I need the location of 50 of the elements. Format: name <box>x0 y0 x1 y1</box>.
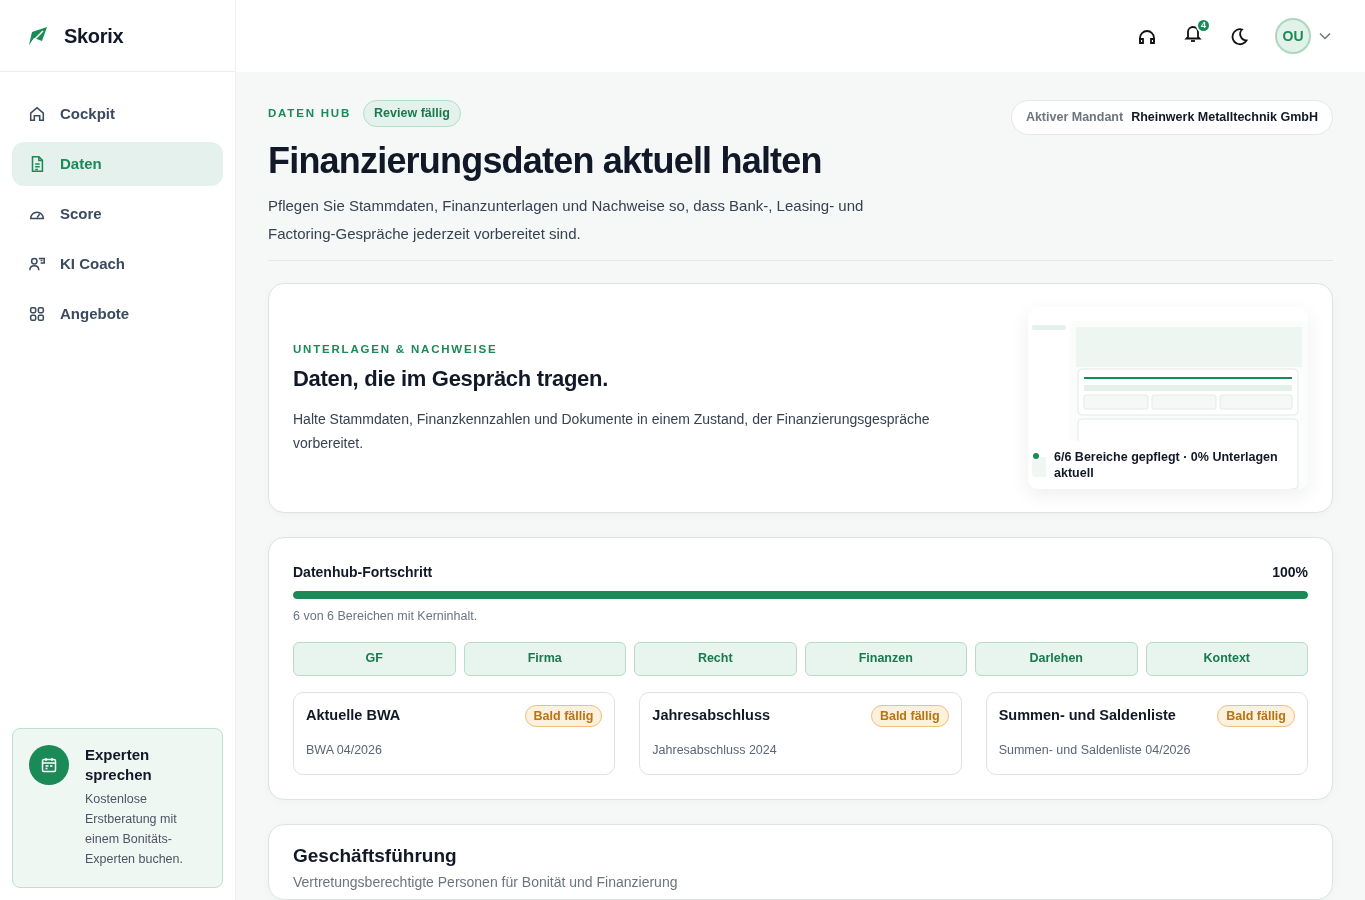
promo-text: Kostenlose Erstberatung mit einem Bonitäts-Experten buchen. <box>85 791 184 868</box>
document-detail: BWA 04/2026 <box>306 742 383 760</box>
progress-note: 6 von 6 Bereichen mit Kerninhalt. <box>293 607 479 625</box>
document-title: Summen- und Saldenliste <box>998 706 1176 726</box>
status-badge: Bald fällig <box>524 704 603 728</box>
section-tab[interactable]: Kontext <box>1145 641 1308 676</box>
user-avatar[interactable]: OU <box>1275 18 1311 54</box>
sidebar-item[interactable]: Angebote <box>12 292 223 336</box>
home-icon <box>28 105 46 123</box>
brand-name: Skorix <box>64 23 124 49</box>
notification-badge: 4 <box>1196 18 1211 33</box>
coach-icon <box>28 255 46 273</box>
moon-icon[interactable] <box>1229 25 1249 47</box>
page-description: Pflegen Sie Stammdaten, Finanzunterlagen und Nachweise so, dass Bank-, Leasing- und Factoring-Gespräche jederzeit vorbereitet sind. <box>268 195 865 244</box>
logo-icon <box>28 25 48 46</box>
section-subtitle: Vertretungsberechtigte Personen für Bonität und Finanzierung <box>293 873 679 892</box>
section-tab[interactable]: GF <box>293 641 456 676</box>
client-name: Rheinwerk Metalltechnik GmbH <box>1131 109 1318 126</box>
client-label: Aktiver Mandant <box>1025 109 1124 126</box>
sidebar-item[interactable]: KI Coach <box>12 242 223 286</box>
status-badge: Bald fällig <box>870 704 949 728</box>
section-title: Geschäftsführung <box>293 845 458 868</box>
document-detail: Summen- und Saldenliste 04/2026 <box>998 742 1192 760</box>
status-pill: Review fällig <box>363 100 461 127</box>
status-badge: Bald fällig <box>1217 704 1295 728</box>
sidebar-item[interactable]: Cockpit <box>12 92 223 136</box>
sidebar-item[interactable]: Score <box>12 192 223 236</box>
hero-title: Daten, die im Gespräch tragen. <box>293 366 609 393</box>
grid-icon <box>28 305 46 323</box>
section-tab[interactable]: Finanzen <box>804 641 967 676</box>
section-tab[interactable]: Recht <box>634 641 797 676</box>
section-eyebrow: DATEN HUB <box>268 105 352 121</box>
document-card[interactable]: Aktuelle BWA Bald fällig BWA 04/2026 <box>293 691 616 776</box>
hero-eyebrow: UNTERLAGEN & NACHWEISE <box>293 342 499 358</box>
promo-title: Experten sprechen <box>85 745 153 785</box>
progress-percent: 100% <box>1272 562 1308 582</box>
document-title: Jahresabschluss <box>652 706 770 726</box>
document-detail: Jahresabschluss 2024 <box>652 742 778 760</box>
calendar-icon <box>29 745 69 785</box>
sidebar-item[interactable]: Daten <box>12 142 223 186</box>
document-title: Aktuelle BWA <box>306 706 401 726</box>
document-card[interactable]: Jahresabschluss Bald fällig Jahresabschluss 2024 <box>639 691 962 776</box>
page-title: Finanzierungsdaten aktuell halten <box>268 138 823 182</box>
section-tab[interactable]: Darlehen <box>975 641 1138 676</box>
chevron-down-icon[interactable] <box>1319 32 1331 40</box>
bell-icon[interactable] <box>1183 23 1203 43</box>
hero-text: Halte Stammdaten, Finanzkennzahlen und Dokumente in einem Zustand, der Finanzierungsgespräche vorbereitet. <box>293 409 931 453</box>
section-tab[interactable]: Firma <box>463 641 626 676</box>
progress-title: Datenhub-Fortschritt <box>293 562 433 582</box>
document-card[interactable]: Summen- und Saldenliste Bald fällig Summen- und Saldenliste 04/2026 <box>985 691 1308 776</box>
